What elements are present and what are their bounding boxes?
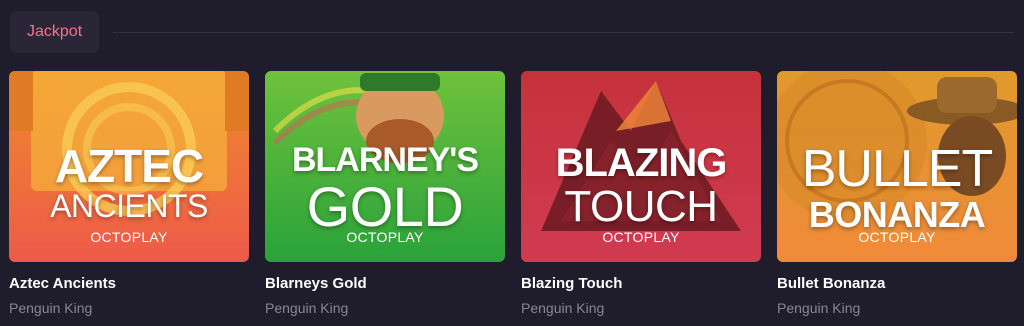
provider-badge: OCTOPLAY — [602, 229, 680, 245]
game-card-aztec-ancients[interactable]: AZTEC ANCIENTS OCTOPLAY Aztec Ancients P… — [9, 71, 249, 316]
game-thumbnail[interactable]: BULLET BONANZA OCTOPLAY — [777, 71, 1017, 262]
game-card-bullet-bonanza[interactable]: BULLET BONANZA OCTOPLAY Bullet Bonanza P… — [777, 71, 1017, 316]
game-list: AZTEC ANCIENTS OCTOPLAY Aztec Ancients P… — [9, 71, 1017, 316]
tab-jackpot[interactable]: Jackpot — [10, 11, 100, 53]
provider-badge: OCTOPLAY — [346, 229, 424, 245]
game-title[interactable]: Aztec Ancients — [9, 275, 249, 292]
game-studio: Penguin King — [777, 300, 861, 316]
provider-badge: OCTOPLAY — [90, 229, 168, 245]
tab-jackpot-label: Jackpot — [27, 23, 83, 40]
game-title[interactable]: Blazing Touch — [521, 275, 761, 292]
game-thumbnail[interactable]: AZTEC ANCIENTS OCTOPLAY — [9, 71, 249, 262]
game-logo: AZTEC ANCIENTS — [50, 140, 208, 224]
game-studio: Penguin King — [521, 300, 605, 316]
game-card-blarneys-gold[interactable]: BLARNEY'S GOLD OCTOPLAY Blarneys Gold Pe… — [265, 71, 505, 316]
game-title[interactable]: Bullet Bonanza — [777, 275, 1017, 292]
game-title[interactable]: Blarneys Gold — [265, 275, 505, 292]
game-studio: Penguin King — [265, 300, 349, 316]
game-card-blazing-touch[interactable]: BLAZING TOUCH OCTOPLAY Blazing Touch Pen… — [521, 71, 761, 316]
game-logo: BLAZING TOUCH — [555, 141, 728, 231]
game-thumbnail[interactable]: BLAZING TOUCH OCTOPLAY — [521, 71, 761, 262]
section-header: Jackpot — [10, 11, 1014, 53]
section-divider — [113, 31, 1014, 33]
game-logo: BULLET BONANZA — [801, 140, 994, 235]
provider-badge: OCTOPLAY — [858, 229, 936, 245]
game-studio: Penguin King — [9, 300, 93, 316]
game-thumbnail[interactable]: BLARNEY'S GOLD OCTOPLAY — [265, 71, 505, 262]
game-logo: BLARNEY'S GOLD — [291, 141, 479, 238]
